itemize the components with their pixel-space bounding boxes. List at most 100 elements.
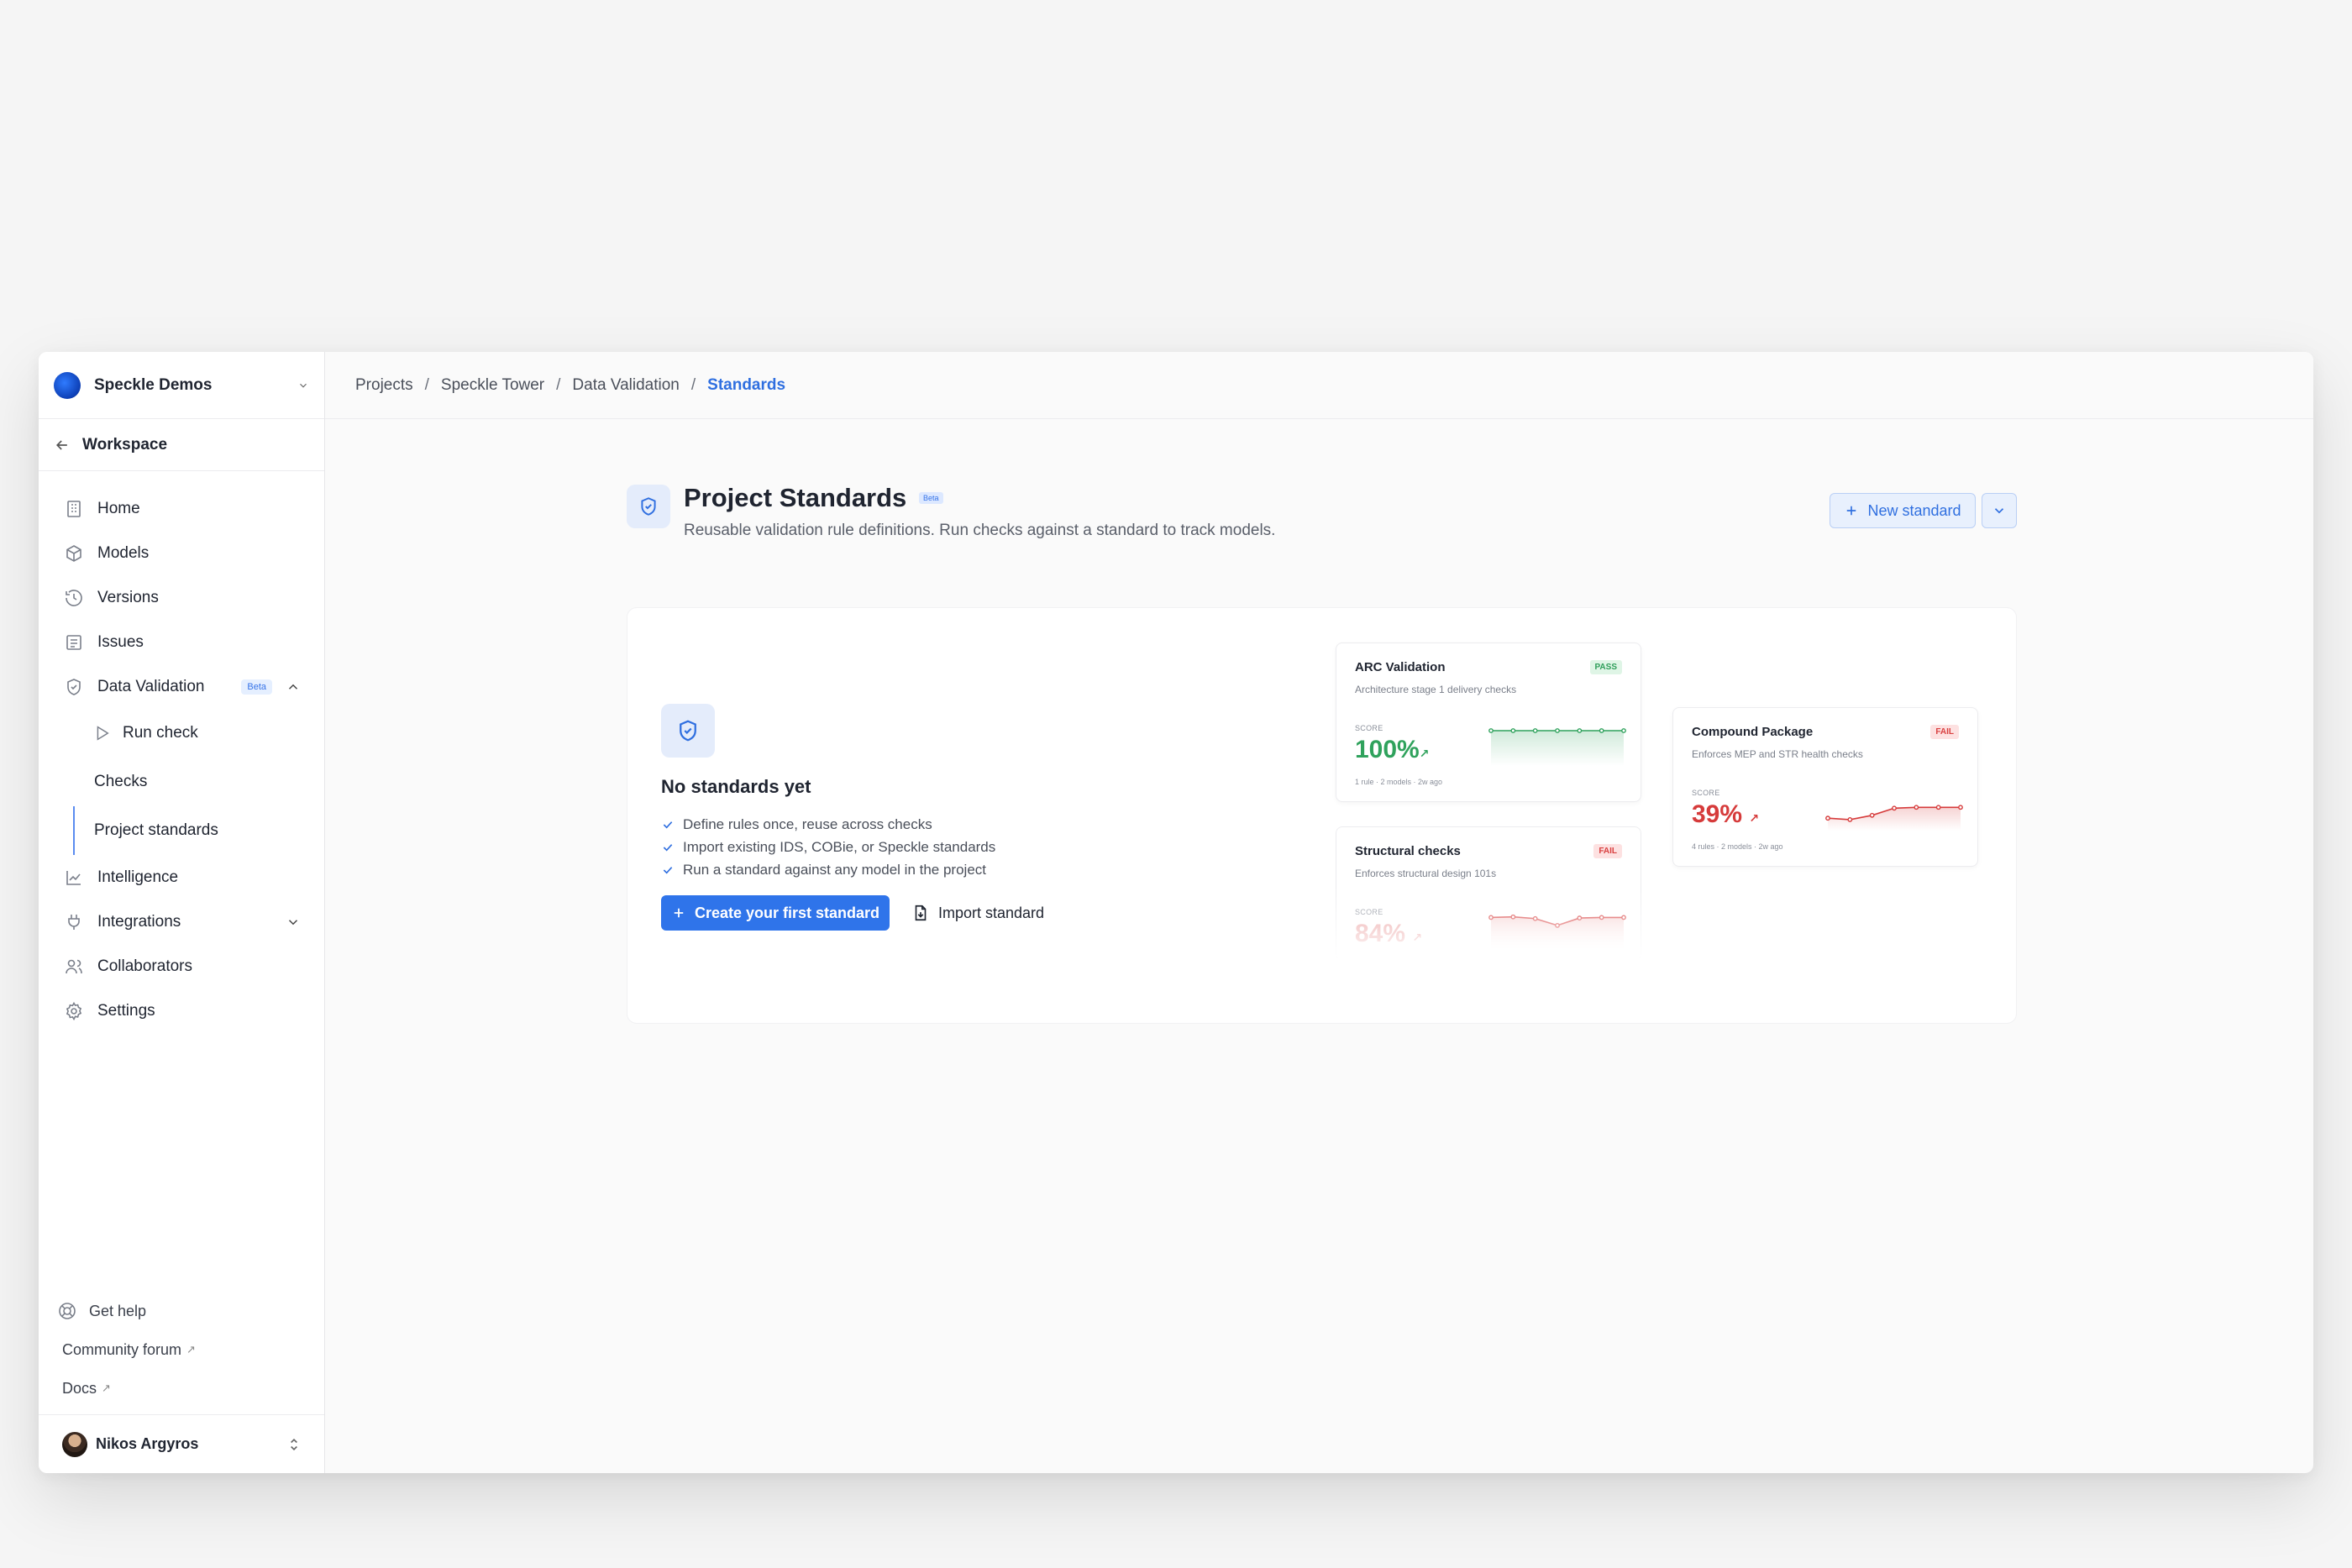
preview-card-title: Structural checks — [1355, 844, 1461, 858]
sparkline-point — [1869, 812, 1875, 818]
sidebar-subitem-run-check[interactable]: Run check — [39, 709, 324, 758]
score-number: 100% — [1355, 736, 1420, 763]
shield-check-icon — [67, 678, 81, 695]
sidebar-nav: Home Models Versions Issues Data Validat… — [39, 471, 324, 1033]
sidebar-subitem-project-standards[interactable]: Project standards — [73, 806, 324, 855]
chevron-up-icon[interactable] — [286, 679, 301, 695]
empty-state-benefits: Define rules once, reuse across checks I… — [661, 813, 1249, 881]
sidebar-item-label: Project standards — [94, 821, 218, 839]
lifebuoy-icon — [59, 1303, 76, 1319]
import-standard-button[interactable]: Import standard — [911, 904, 1044, 922]
sidebar: Speckle Demos Workspace Home Models Vers… — [39, 352, 325, 1473]
create-first-standard-button[interactable]: Create your first standard — [661, 895, 890, 931]
preview-card-title: ARC Validation — [1355, 660, 1446, 674]
get-help-link[interactable]: Get help — [39, 1292, 324, 1330]
benefit-text: Define rules once, reuse across checks — [683, 815, 932, 832]
get-help-label: Get help — [89, 1302, 147, 1319]
chevron-down-icon[interactable] — [286, 915, 301, 930]
chart-line-icon — [66, 870, 81, 885]
list-item: Import existing IDS, COBie, or Speckle s… — [661, 836, 1249, 858]
preview-card-subtitle: Enforces MEP and STR health checks — [1692, 748, 1863, 760]
status-badge: PASS — [1589, 660, 1622, 674]
shield-check-icon — [641, 497, 656, 516]
new-standard-dropdown-button[interactable] — [1982, 493, 2017, 528]
building-icon — [67, 500, 81, 517]
empty-state-content: No standards yet Define rules once, reus… — [661, 704, 1249, 931]
chevron-down-icon — [1994, 508, 2004, 514]
main-content: Project Standards Beta Reusable validati… — [325, 419, 2313, 1473]
empty-state-actions: Create your first standard Import standa… — [661, 895, 1249, 931]
history-icon — [66, 589, 82, 606]
sidebar-item-collaborators[interactable]: Collaborators — [39, 944, 324, 989]
score-number: 39% — [1692, 800, 1743, 828]
sidebar-item-data-validation[interactable]: Data Validation Beta — [39, 664, 324, 709]
avatar — [62, 1431, 87, 1457]
empty-state-icon — [661, 704, 715, 758]
new-standard-button[interactable]: New standard — [1830, 493, 1976, 528]
community-forum-link[interactable]: Community forum ↗ — [39, 1330, 324, 1369]
sidebar-subitem-checks[interactable]: Checks — [39, 758, 324, 806]
status-badge: FAIL — [1593, 844, 1622, 858]
sidebar-item-label: Integrations — [97, 912, 181, 931]
sidebar-item-label: Models — [97, 543, 150, 562]
docs-link[interactable]: Docs ↗ — [39, 1369, 324, 1408]
breadcrumb-data-validation[interactable]: Data Validation — [572, 376, 679, 395]
score-label: SCORE — [1692, 789, 1720, 797]
score-label: SCORE — [1355, 908, 1383, 916]
chevron-updown-icon — [291, 1438, 297, 1450]
breadcrumb-projects[interactable]: Projects — [355, 376, 413, 395]
chevron-down-icon — [300, 383, 307, 388]
check-icon — [663, 866, 673, 873]
sidebar-item-intelligence[interactable]: Intelligence — [39, 855, 324, 899]
preview-card-meta: 1 rule · 2 models · 2w ago — [1355, 778, 1443, 786]
gear-icon — [66, 1001, 82, 1020]
back-to-workspace[interactable]: Workspace — [39, 419, 324, 471]
workspace-name: Speckle Demos — [94, 375, 213, 394]
sparkline-point — [1847, 817, 1853, 822]
sidebar-item-models[interactable]: Models — [39, 531, 324, 575]
score-sparkline — [1488, 728, 1626, 766]
sparkline-point — [1621, 915, 1626, 920]
preview-card-meta: 4 rules · 2 models · 2w ago — [1692, 842, 1783, 851]
sidebar-item-issues[interactable]: Issues — [39, 620, 324, 664]
breadcrumb-project[interactable]: Speckle Tower — [441, 376, 544, 395]
page-icon — [627, 485, 670, 528]
check-icon — [663, 843, 673, 851]
sparkline-point — [1892, 805, 1897, 811]
create-first-standard-label: Create your first standard — [694, 904, 880, 921]
sidebar-item-settings[interactable]: Settings — [39, 989, 324, 1033]
user-menu[interactable]: Nikos Argyros — [39, 1414, 324, 1473]
users-icon — [66, 959, 82, 973]
back-label: Workspace — [82, 435, 168, 454]
list-item: Run a standard against any model in the … — [661, 858, 1249, 881]
preview-card-compound-package: Compound Package Enforces MEP and STR he… — [1672, 707, 1978, 867]
page-subtitle: Reusable validation rule definitions. Ru… — [684, 522, 1276, 539]
score-value: 39% ↗ — [1692, 800, 1759, 829]
sidebar-item-integrations[interactable]: Integrations — [39, 899, 324, 944]
preview-card-title: Compound Package — [1692, 725, 1814, 739]
external-link-icon: ↗ — [102, 1382, 111, 1394]
sidebar-footer: Get help Community forum ↗ Docs ↗ Nikos … — [39, 1292, 324, 1473]
workspace-logo — [54, 371, 81, 399]
status-badge: FAIL — [1930, 725, 1959, 739]
sparkline-point — [1621, 728, 1626, 733]
score-number: 84% — [1355, 920, 1406, 947]
sparkline-point — [1935, 805, 1941, 810]
preview-card-structural-checks: Structural checks Enforces structural de… — [1336, 826, 1641, 961]
sidebar-item-home[interactable]: Home — [39, 486, 324, 531]
docs-label: Docs — [62, 1379, 97, 1397]
trend-up-icon: ↗ — [1749, 811, 1760, 825]
workspace-switcher[interactable]: Speckle Demos — [39, 352, 324, 419]
sidebar-item-label: Run check — [123, 724, 198, 742]
score-value: 100%↗ — [1355, 736, 1429, 764]
breadcrumb-separator: / — [424, 375, 429, 394]
plug-icon — [68, 914, 80, 930]
sparkline-area — [1491, 731, 1624, 766]
community-forum-label: Community forum — [62, 1340, 182, 1358]
sparkline-point — [1510, 728, 1516, 733]
sidebar-item-versions[interactable]: Versions — [39, 575, 324, 620]
play-icon — [97, 726, 109, 741]
sidebar-item-label: Settings — [97, 1001, 155, 1020]
empty-state-title: No standards yet — [661, 776, 811, 797]
trend-up-icon: ↗ — [1412, 931, 1423, 944]
